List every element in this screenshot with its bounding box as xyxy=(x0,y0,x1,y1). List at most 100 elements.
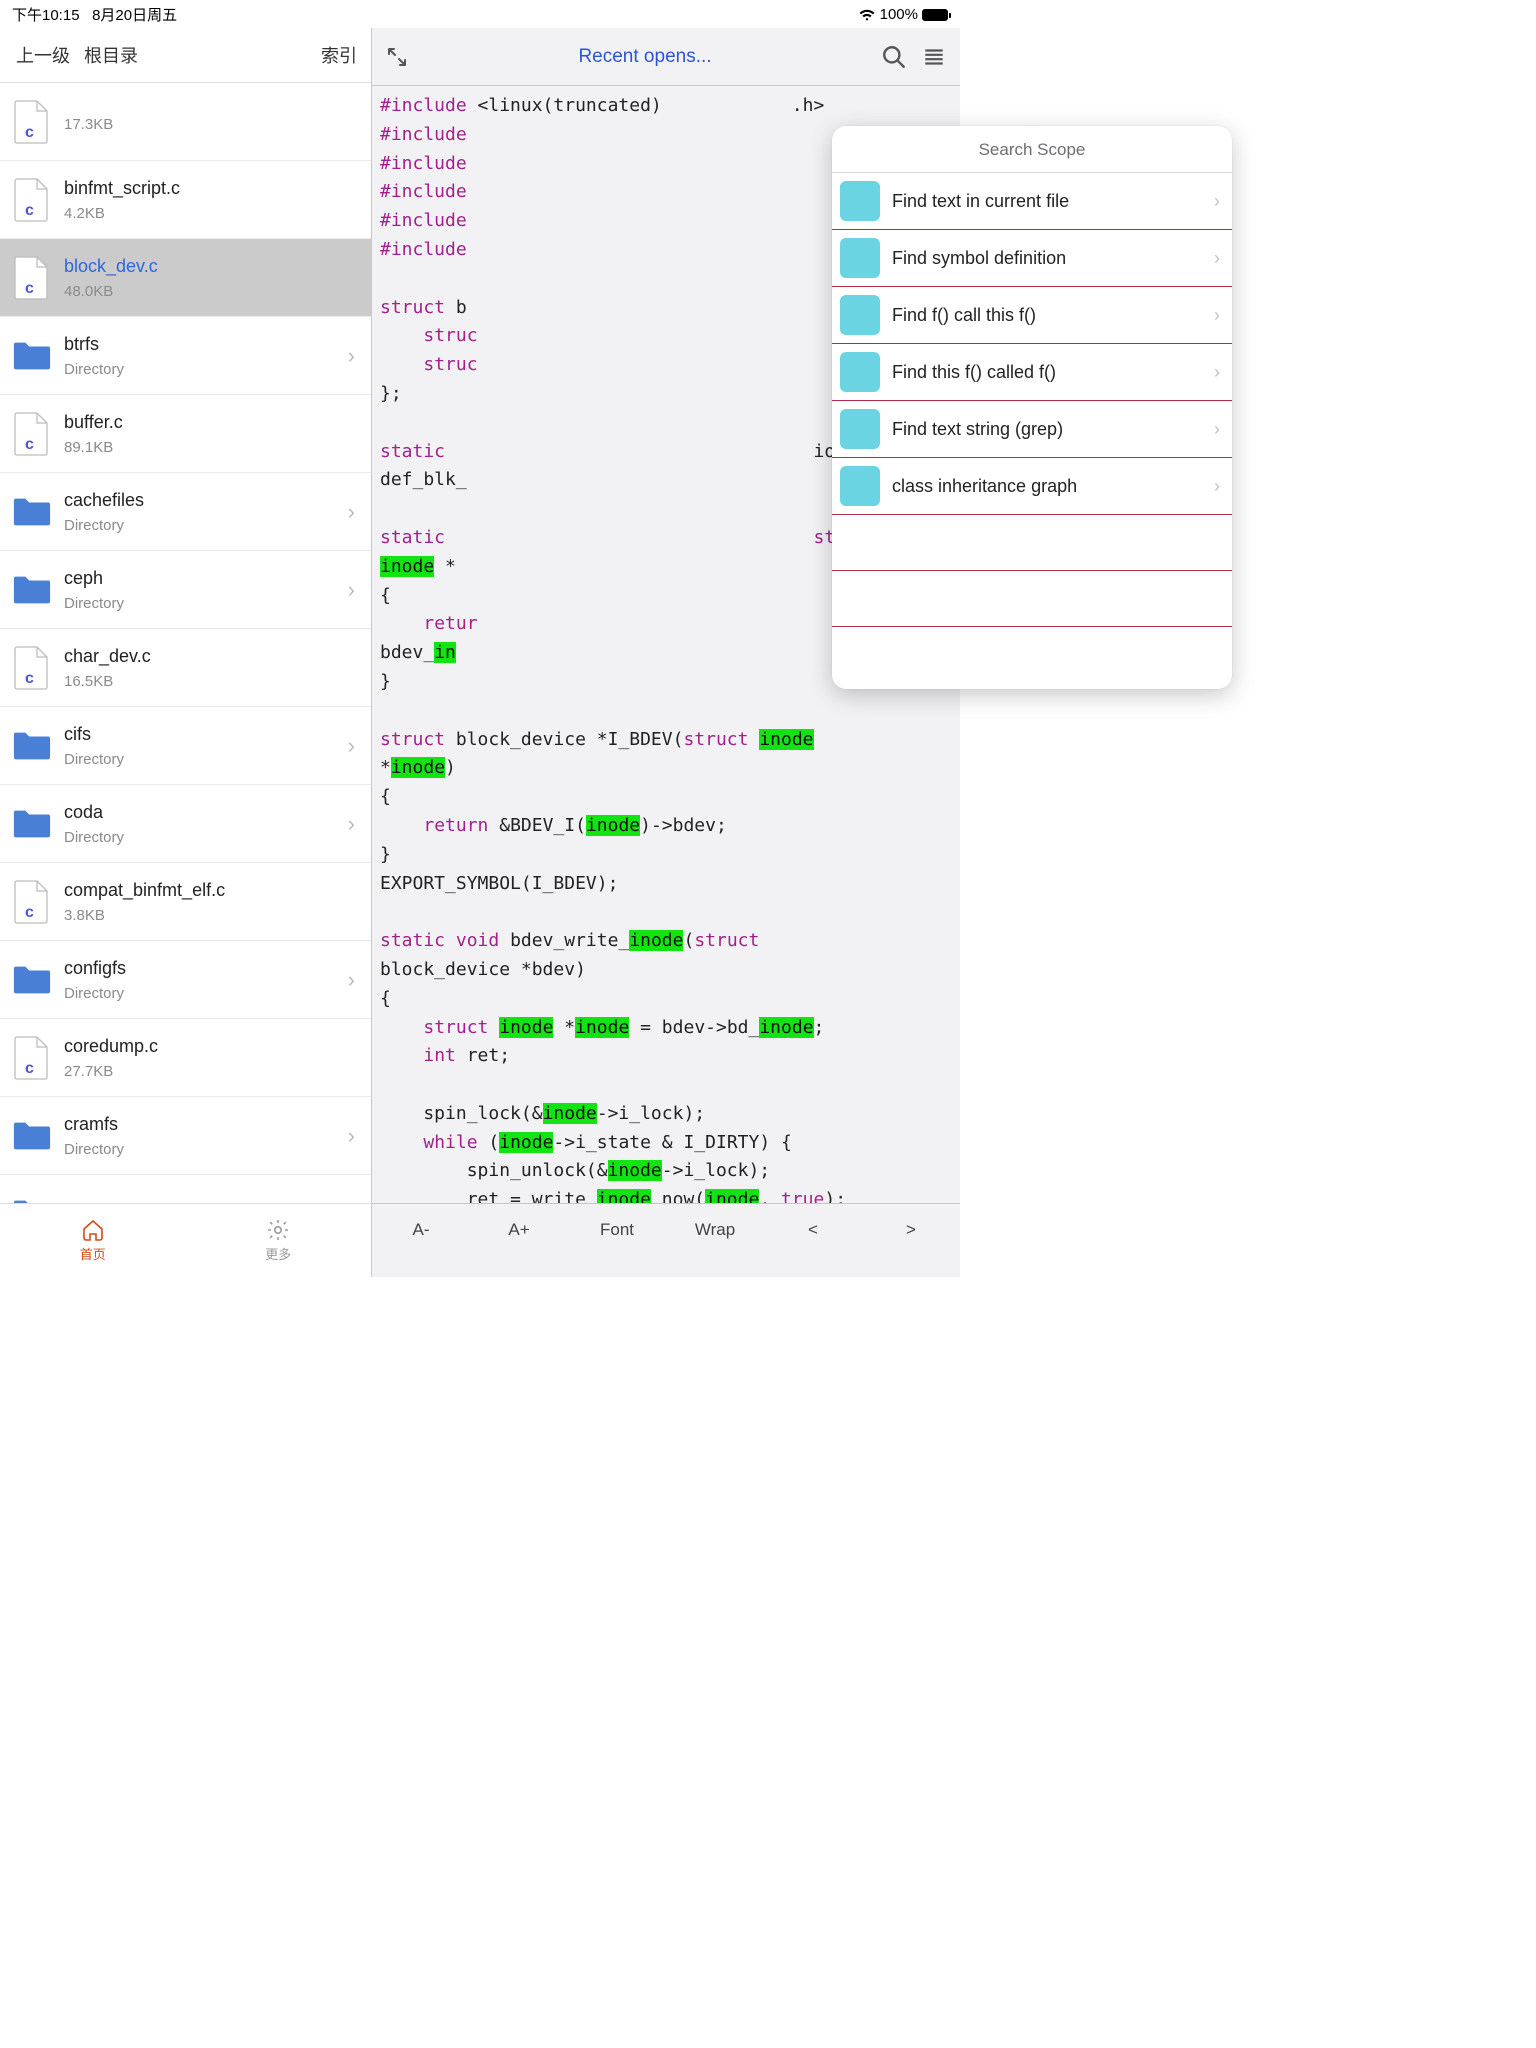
c-file-icon: c xyxy=(12,98,52,146)
file-meta: Directory xyxy=(64,517,336,534)
folder-icon xyxy=(12,956,52,1004)
scope-item-icon xyxy=(840,466,880,506)
file-name: ceph xyxy=(64,568,336,589)
chevron-right-icon: › xyxy=(348,343,359,369)
file-sidebar: 上一级 根目录 索引 c17.3KBcbinfmt_script.c4.2KBc… xyxy=(0,28,372,1203)
popover-empty-row xyxy=(832,571,1232,627)
file-row[interactable]: c17.3KB xyxy=(0,83,371,161)
font-button[interactable]: Font xyxy=(568,1204,666,1240)
popover-empty-row xyxy=(832,627,1232,683)
content-pane: Recent opens... #include <linux(truncate… xyxy=(372,28,960,1203)
scope-item-label: Find symbol definition xyxy=(892,248,1202,269)
folder-icon xyxy=(12,1190,52,1204)
wrap-button[interactable]: Wrap xyxy=(666,1204,764,1240)
home-icon xyxy=(80,1218,106,1242)
status-time: 下午10:15 xyxy=(12,7,80,24)
file-row[interactable]: coda Directory › xyxy=(0,785,371,863)
file-name: buffer.c xyxy=(64,412,359,433)
svg-text:c: c xyxy=(25,670,34,687)
battery-icon xyxy=(922,9,948,21)
tab-more[interactable]: 更多 xyxy=(186,1204,372,1277)
c-file-icon: c xyxy=(12,176,52,224)
gear-icon xyxy=(265,1218,291,1242)
nav-forward-button[interactable]: > xyxy=(862,1204,960,1240)
svg-text:c: c xyxy=(25,1060,34,1077)
font-inc-button[interactable]: A+ xyxy=(470,1204,568,1240)
file-name: configfs xyxy=(64,958,336,979)
search-scope-item[interactable]: Find text in current file› xyxy=(832,173,1232,230)
search-scope-item[interactable]: Find text string (grep) › xyxy=(832,401,1232,458)
folder-icon xyxy=(12,488,52,536)
file-row[interactable]: ccompat_binfmt_elf.c3.8KB xyxy=(0,863,371,941)
file-row[interactable]: ccoredump.c27.7KB xyxy=(0,1019,371,1097)
chevron-right-icon: › xyxy=(348,733,359,759)
file-row[interactable]: crypto› xyxy=(0,1175,371,1203)
chevron-right-icon: › xyxy=(1214,305,1220,326)
file-row[interactable]: configfsDirectory› xyxy=(0,941,371,1019)
file-row[interactable]: cchar_dev.c16.5KB xyxy=(0,629,371,707)
status-bar: 下午10:15 8月20日周五 100% xyxy=(0,0,960,27)
wifi-icon xyxy=(858,8,876,22)
search-scope-item[interactable]: Find f() call this f() › xyxy=(832,287,1232,344)
file-row[interactable]: cbinfmt_script.c4.2KB xyxy=(0,161,371,239)
file-meta: Directory xyxy=(64,361,336,378)
scope-item-label: Find text string (grep) xyxy=(892,419,1202,440)
nav-root-button[interactable]: 根目录 xyxy=(84,42,138,68)
nav-index-button[interactable]: 索引 xyxy=(321,42,357,68)
chevron-right-icon: › xyxy=(1214,476,1220,497)
c-file-icon: c xyxy=(12,878,52,926)
folder-icon xyxy=(12,800,52,848)
search-icon[interactable] xyxy=(880,43,908,71)
scope-item-label: Find f() call this f() xyxy=(892,305,1202,326)
file-row[interactable]: cblock_dev.c48.0KB xyxy=(0,239,371,317)
file-meta: 4.2KB xyxy=(64,205,359,222)
search-scope-item[interactable]: class inheritance graph › xyxy=(832,458,1232,515)
file-name: cachefiles xyxy=(64,490,336,511)
chevron-right-icon: › xyxy=(1214,191,1220,212)
file-name: block_dev.c xyxy=(64,256,359,277)
chevron-right-icon: › xyxy=(1214,362,1220,383)
file-name: coda xyxy=(64,802,336,823)
file-meta: Directory xyxy=(64,985,336,1002)
search-scope-item[interactable]: Find symbol definition › xyxy=(832,230,1232,287)
file-row[interactable]: cbuffer.c89.1KB xyxy=(0,395,371,473)
chevron-right-icon: › xyxy=(348,1123,359,1149)
file-meta: Directory xyxy=(64,595,336,612)
search-scope-item[interactable]: Find this f() called f()› xyxy=(832,344,1232,401)
status-date: 8月20日周五 xyxy=(92,7,177,24)
file-row[interactable]: cifsDirectory› xyxy=(0,707,371,785)
tab-home-label: 首页 xyxy=(80,1244,106,1263)
file-meta: Directory xyxy=(64,1141,336,1158)
scope-item-label: class inheritance graph xyxy=(892,476,1202,497)
file-row[interactable]: cephDirectory› xyxy=(0,551,371,629)
sidebar-tabbar: 首页 更多 xyxy=(0,1203,372,1277)
file-row[interactable]: btrfs Directory › xyxy=(0,317,371,395)
content-toolbar: A- A+ Font Wrap < > xyxy=(372,1203,960,1277)
font-dec-button[interactable]: A- xyxy=(372,1204,470,1240)
expand-icon[interactable] xyxy=(384,44,410,70)
svg-text:c: c xyxy=(25,202,34,219)
c-file-icon: c xyxy=(12,644,52,692)
chevron-right-icon: › xyxy=(1214,419,1220,440)
file-list[interactable]: c17.3KBcbinfmt_script.c4.2KBcblock_dev.c… xyxy=(0,82,371,1203)
recent-opens-title[interactable]: Recent opens... xyxy=(422,46,868,68)
status-left: 下午10:15 8月20日周五 xyxy=(12,4,177,25)
status-right: 100% xyxy=(858,6,948,23)
file-name: cramfs xyxy=(64,1114,336,1135)
tab-home[interactable]: 首页 xyxy=(0,1204,186,1277)
chevron-right-icon: › xyxy=(1214,248,1220,269)
file-row[interactable]: cachefilesDirectory› xyxy=(0,473,371,551)
file-name: coredump.c xyxy=(64,1036,359,1057)
menu-icon[interactable] xyxy=(920,43,948,71)
folder-icon xyxy=(12,1112,52,1160)
file-meta: Directory xyxy=(64,829,336,846)
nav-up-button[interactable]: 上一级 xyxy=(16,42,70,68)
file-name: btrfs xyxy=(64,334,336,355)
file-row[interactable]: cramfs Directory › xyxy=(0,1097,371,1175)
c-file-icon: c xyxy=(12,254,52,302)
svg-text:c: c xyxy=(25,436,34,453)
chevron-right-icon: › xyxy=(348,811,359,837)
popover-empty-row xyxy=(832,515,1232,571)
file-name: compat_binfmt_elf.c xyxy=(64,880,359,901)
nav-back-button[interactable]: < xyxy=(764,1204,862,1240)
